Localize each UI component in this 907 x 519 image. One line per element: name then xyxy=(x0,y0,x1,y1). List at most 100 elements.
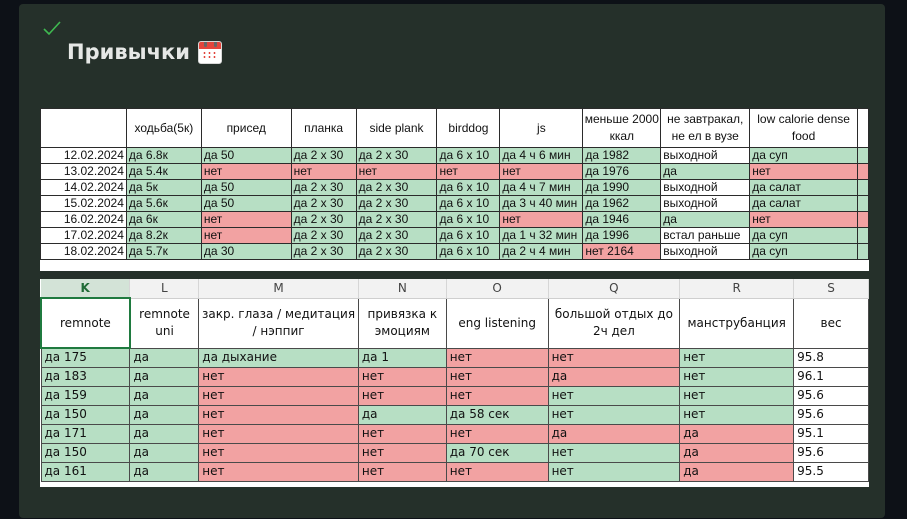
table1-cell[interactable]: нет xyxy=(749,163,858,180)
table1-cell[interactable]: да 5.6к xyxy=(125,195,202,212)
table2-cell[interactable]: нет xyxy=(445,423,549,444)
table1-cell[interactable]: да 50 xyxy=(200,179,292,196)
table2-cell[interactable]: да xyxy=(129,347,200,368)
table2-cell[interactable]: 95.6 xyxy=(793,404,869,425)
table1-cell[interactable]: да 6 х 10 xyxy=(436,147,501,164)
table2-cell[interactable]: нет xyxy=(679,366,795,387)
table1-cell[interactable]: выходной xyxy=(660,195,751,212)
table2-header-cell[interactable]: eng listening xyxy=(445,297,549,349)
table2-cell[interactable]: нет xyxy=(198,461,359,482)
table1-cell[interactable]: да 2 х 30 xyxy=(290,195,357,212)
table2-cell[interactable]: да 58 сек xyxy=(445,404,549,425)
table1-cell[interactable] xyxy=(856,179,869,196)
table1-cell[interactable]: да 5.4к xyxy=(125,163,202,180)
table2-cell[interactable]: нет xyxy=(357,385,447,406)
table2-cell[interactable]: да xyxy=(679,442,795,463)
table1-cell[interactable]: да 50 xyxy=(200,147,292,164)
table2-cell[interactable]: да дыхание xyxy=(198,347,359,368)
table1-cell[interactable]: нет xyxy=(200,163,292,180)
table2-cell[interactable]: нет xyxy=(198,404,359,425)
table1-date-cell[interactable]: 15.02.2024 xyxy=(40,195,127,212)
table2-cell[interactable]: да xyxy=(129,385,200,406)
table1-cell[interactable] xyxy=(856,211,869,228)
table2-header-cell[interactable]: манструбанция xyxy=(679,297,795,349)
table2-header-cell[interactable]: привязка к эмоциям xyxy=(357,297,447,349)
table2-cell[interactable]: да xyxy=(129,366,200,387)
table1-cell[interactable]: да 1 ч 32 мин xyxy=(499,227,584,244)
table1-cell[interactable]: да 6к xyxy=(125,211,202,228)
table2-cell[interactable]: нет xyxy=(198,366,359,387)
table1-cell[interactable]: да 8.2к xyxy=(125,227,202,244)
table1-cell[interactable]: да 1990 xyxy=(582,179,662,196)
table1-date-cell[interactable]: 18.02.2024 xyxy=(40,243,127,260)
table1-cell[interactable]: да 6 х 10 xyxy=(436,211,501,228)
table1-cell[interactable]: нет xyxy=(200,227,292,244)
table2-cell[interactable]: нет xyxy=(547,442,681,463)
table1-cell[interactable]: выходной xyxy=(660,147,751,164)
table2-cell[interactable]: 95.5 xyxy=(793,461,869,482)
table2-header-cell[interactable]: remnote xyxy=(40,297,131,349)
table2-cell[interactable]: да 175 xyxy=(40,347,131,368)
table1-cell[interactable]: выходной xyxy=(660,243,751,260)
table1-cell[interactable]: да 2 х 30 xyxy=(355,243,438,260)
table2-cell[interactable]: нет xyxy=(198,385,359,406)
table2-cell[interactable]: 95.1 xyxy=(793,423,869,444)
table1-cell[interactable]: нет xyxy=(290,163,357,180)
table2-cell[interactable]: да xyxy=(547,366,681,387)
table1-cell[interactable]: да xyxy=(660,211,751,228)
table2-cell[interactable]: нет xyxy=(357,423,447,444)
table1-cell[interactable]: да 6 х 10 xyxy=(436,179,501,196)
table1-cell[interactable]: да 1946 xyxy=(582,211,662,228)
table1-cell[interactable]: нет xyxy=(499,163,584,180)
table1-cell[interactable]: нет xyxy=(200,211,292,228)
table2-header-cell[interactable]: remnote uni xyxy=(129,297,200,349)
table2-cell[interactable]: 95.8 xyxy=(793,347,869,368)
table2-cell[interactable]: да 150 xyxy=(40,442,131,463)
table2-cell[interactable]: нет xyxy=(547,385,681,406)
table2-cell[interactable]: нет xyxy=(198,442,359,463)
table1-cell[interactable]: да 2 х 30 xyxy=(290,147,357,164)
column-letter-header[interactable]: N xyxy=(358,279,447,299)
table1-cell[interactable]: да 5к xyxy=(125,179,202,196)
column-letter-header[interactable]: R xyxy=(679,279,795,299)
table1-cell[interactable]: да 50 xyxy=(200,195,292,212)
table1-cell[interactable]: нет xyxy=(749,211,858,228)
table1-cell[interactable]: да 3 ч 40 мин xyxy=(499,195,584,212)
table2-cell[interactable]: 95.6 xyxy=(793,442,869,463)
table1-cell[interactable]: да 1982 xyxy=(582,147,662,164)
table1-cell[interactable]: да 6 х 10 xyxy=(436,227,501,244)
table1-cell[interactable]: да 2 х 30 xyxy=(290,243,357,260)
column-letter-header[interactable]: L xyxy=(129,279,200,299)
table2-cell[interactable]: нет xyxy=(547,461,681,482)
table2-cell[interactable]: нет xyxy=(357,461,447,482)
table1-cell[interactable]: да 6.8к xyxy=(125,147,202,164)
table2-cell[interactable]: да xyxy=(357,404,447,425)
table1-cell[interactable] xyxy=(856,227,869,244)
table1-date-cell[interactable]: 13.02.2024 xyxy=(40,163,127,180)
table1-cell[interactable]: нет xyxy=(499,211,584,228)
table1-cell[interactable]: да 2 х 30 xyxy=(355,227,438,244)
table2-header-cell[interactable]: закр. глаза / медитация / нэппиг xyxy=(198,297,359,349)
table2-cell[interactable]: да xyxy=(129,461,200,482)
table1-cell[interactable]: да 6 х 10 xyxy=(436,195,501,212)
table2-cell[interactable]: да xyxy=(129,404,200,425)
table2-cell[interactable]: нет xyxy=(198,423,359,444)
table1-cell[interactable]: да 2 х 30 xyxy=(355,211,438,228)
table2-cell[interactable]: да 161 xyxy=(40,461,131,482)
table1-cell[interactable]: да 2 х 30 xyxy=(355,179,438,196)
table1-cell[interactable]: да 2 х 30 xyxy=(290,211,357,228)
table1-cell[interactable]: да 1962 xyxy=(582,195,662,212)
table1-cell[interactable]: да 2 х 30 xyxy=(290,179,357,196)
column-letter-header[interactable]: O xyxy=(446,279,549,299)
table1-cell[interactable]: да 1996 xyxy=(582,227,662,244)
table2-cell[interactable]: нет xyxy=(547,404,681,425)
table2-cell[interactable]: нет xyxy=(679,404,795,425)
table2-cell[interactable]: нет xyxy=(445,385,549,406)
table2-cell[interactable]: 96.1 xyxy=(793,366,869,387)
table2-cell[interactable]: нет xyxy=(445,347,549,368)
table2-cell[interactable]: да xyxy=(547,423,681,444)
table2-cell[interactable]: нет xyxy=(357,366,447,387)
table1-cell[interactable] xyxy=(856,147,869,164)
table1-cell[interactable]: да суп xyxy=(749,147,858,164)
table1-date-cell[interactable]: 17.02.2024 xyxy=(40,227,127,244)
